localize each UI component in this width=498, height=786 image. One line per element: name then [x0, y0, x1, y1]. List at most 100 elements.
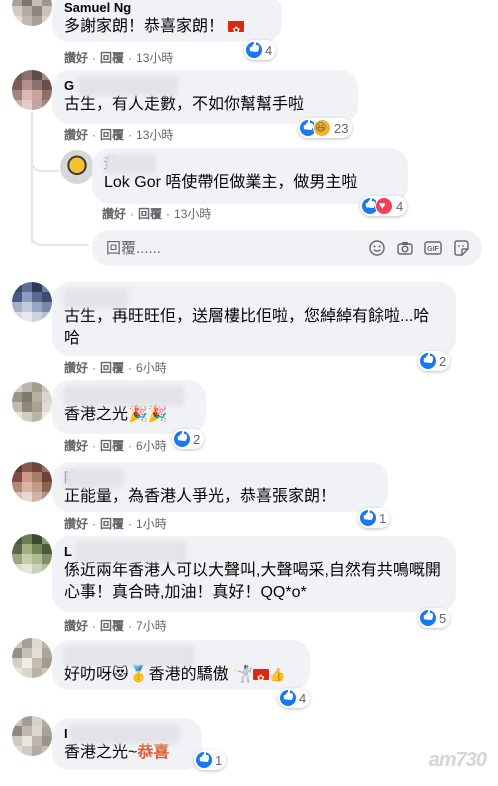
reaction-summary[interactable]: 1: [194, 750, 227, 770]
avatar[interactable]: [12, 0, 52, 26]
reaction-summary[interactable]: 1: [358, 508, 391, 528]
avatar[interactable]: [12, 638, 52, 678]
timestamp[interactable]: 13小時: [174, 207, 211, 221]
reaction-summary[interactable]: 23: [298, 118, 353, 138]
redacted-name: [76, 542, 186, 562]
comment-author-wrap: L: [64, 542, 444, 562]
comment-bubble: G 古生，有人走數，不如你幫幫手啦: [52, 70, 358, 124]
svg-text:GIF: GIF: [427, 246, 439, 253]
like-button[interactable]: 讚好: [64, 619, 88, 633]
hk-flag-icon: [228, 19, 245, 41]
like-reaction-icon: [246, 42, 262, 58]
comment-actions: 讚好 · 回覆 · 6小時: [64, 439, 167, 453]
timestamp[interactable]: 6小時: [136, 361, 167, 375]
like-reaction-icon: [360, 510, 376, 526]
reaction-count: 2: [193, 431, 201, 447]
comment-author-wrap: 陳: [64, 468, 376, 488]
timestamp[interactable]: 13小時: [136, 51, 173, 65]
comment-actions: 讚好 · 回覆 · 7小時: [64, 619, 167, 633]
gif-icon[interactable]: GIF: [424, 239, 442, 257]
reaction-summary[interactable]: 5: [418, 608, 451, 628]
reply-button[interactable]: 回覆: [100, 51, 124, 65]
redacted-name: [104, 154, 156, 174]
reaction-summary[interactable]: 4: [244, 40, 277, 60]
comment-text: 好叻呀😻🥇香港的驕傲 🤺: [64, 666, 253, 683]
sticker-icon[interactable]: [452, 239, 470, 257]
comment-text: 係近兩年香港人可以大聲叫,大聲喝采,自然有共鳴嘅開心事！真合時,加油！真好！QQ…: [64, 562, 441, 601]
like-reaction-icon: [196, 752, 212, 768]
comment-text: Lok Gor 唔使帶佢做業主，做男主啦: [104, 174, 358, 191]
reply-button[interactable]: 回覆: [100, 517, 124, 531]
reaction-count: 1: [379, 510, 387, 526]
like-button[interactable]: 讚好: [64, 51, 88, 65]
reaction-count: 4: [265, 42, 273, 58]
comment-text-wrap: 多謝家朗！恭喜家朗！: [64, 16, 270, 41]
comment-author[interactable]: G: [64, 78, 74, 93]
like-reaction-icon: [420, 610, 436, 626]
comment-actions: 讚好 · 回覆 · 1小時: [64, 517, 167, 531]
comment-text: 香港之光🎉🎉: [64, 406, 168, 423]
comment-text-wrap: 香港之光~恭喜: [64, 742, 190, 764]
reaction-summary[interactable]: 4: [360, 196, 408, 216]
comment-author-wrap: I: [64, 724, 190, 744]
comment-author-wrap: [64, 386, 194, 406]
comment-author[interactable]: L: [64, 544, 72, 559]
reply-button[interactable]: 回覆: [138, 207, 162, 221]
reaction-count: 4: [396, 198, 404, 214]
avatar[interactable]: [12, 382, 52, 422]
timestamp[interactable]: 13小時: [136, 128, 173, 142]
comment-text: 古生，再旺旺佢，送層樓比佢啦，您綽綽有餘啦...哈哈: [64, 308, 430, 347]
timestamp[interactable]: 7小時: [136, 619, 167, 633]
like-button[interactable]: 讚好: [64, 128, 88, 142]
reaction-count: 4: [299, 690, 307, 706]
comment-text: 正能量，為香港人爭光，恭喜張家朗！: [64, 488, 337, 505]
like-button[interactable]: 讚好: [64, 361, 88, 375]
comment-bubble: L 係近兩年香港人可以大聲叫,大聲喝采,自然有共鳴嘅開心事！真合時,加油！真好！…: [52, 536, 456, 612]
reaction-summary[interactable]: 4: [278, 688, 311, 708]
reply-button[interactable]: 回覆: [100, 439, 124, 453]
comment-bubble: 古生，再旺旺佢，送層樓比佢啦，您綽綽有餘啦...哈哈: [52, 282, 456, 356]
avatar[interactable]: [12, 534, 52, 574]
like-button[interactable]: 讚好: [64, 517, 88, 531]
avatar[interactable]: [12, 462, 52, 502]
comment-author[interactable]: I: [64, 726, 68, 741]
comment-author[interactable]: Samuel Ng: [64, 0, 270, 16]
timestamp[interactable]: 6小時: [136, 439, 167, 453]
emoji-icon[interactable]: [368, 239, 386, 257]
reaction-count: 2: [439, 353, 447, 369]
comment-bubble: 陳 正能量，為香港人爭光，恭喜張家朗！: [52, 462, 388, 512]
reply-button[interactable]: 回覆: [100, 361, 124, 375]
watermark-logo: am730: [428, 749, 487, 771]
comment-actions: 讚好 · 回覆 · 13小時: [102, 207, 212, 221]
thread-connector: [31, 142, 59, 172]
like-button[interactable]: 讚好: [64, 439, 88, 453]
redacted-name: [64, 646, 194, 666]
reply-button[interactable]: 回覆: [100, 128, 124, 142]
avatar[interactable]: [12, 716, 52, 756]
reaction-count: 23: [334, 120, 349, 136]
haha-reaction-icon: [313, 119, 331, 137]
comment-author-wrap: [64, 646, 298, 666]
reaction-count: 1: [215, 752, 223, 768]
avatar[interactable]: [12, 70, 52, 110]
reaction-summary[interactable]: 2: [418, 351, 451, 371]
like-reaction-icon: [420, 353, 436, 369]
comment-text: 香港之光~: [64, 744, 138, 761]
avatar[interactable]: [60, 150, 94, 184]
redacted-name: [70, 724, 180, 744]
comment-actions: 讚好 · 回覆 · 6小時: [64, 361, 167, 375]
thread-connector: [31, 220, 89, 246]
reply-button[interactable]: 回覆: [100, 619, 124, 633]
highlight-text: 恭喜: [137, 744, 170, 761]
reply-input[interactable]: [104, 238, 358, 258]
avatar[interactable]: [12, 282, 52, 322]
like-button[interactable]: 讚好: [102, 207, 126, 221]
comment-bubble: 香港之光🎉🎉: [52, 380, 206, 434]
reaction-summary[interactable]: 2: [172, 429, 205, 449]
timestamp[interactable]: 1小時: [136, 517, 167, 531]
comment-actions: 讚好 · 回覆 · 13小時: [64, 51, 174, 65]
comment-author-wrap: G: [64, 76, 346, 96]
redacted-name: [78, 76, 178, 96]
thumbs-up-emoji-icon: 👍: [268, 667, 286, 682]
camera-icon[interactable]: [396, 239, 414, 257]
